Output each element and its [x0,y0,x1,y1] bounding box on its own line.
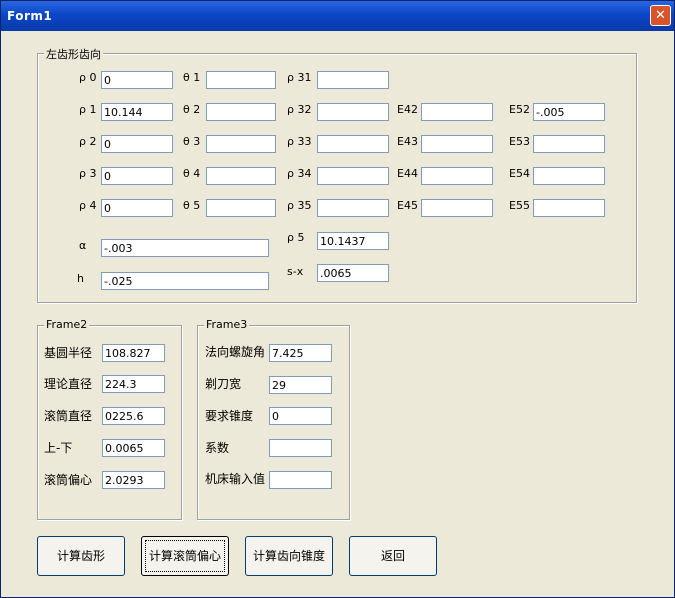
input-theta2[interactable] [206,103,276,121]
input-theta4[interactable] [206,167,276,185]
label-e53: E53 [509,135,530,148]
label-e42: E42 [397,103,418,116]
form1-window: Form1 ✕ 左齿形齿向 ρ 0 0 θ 1 ρ 31 ρ 1 10.144 … [0,0,675,598]
label-base-radius: 基圆半径 [44,346,93,360]
input-normal-helix-angle[interactable]: 7.425 [269,344,332,362]
calc-lead-taper-button[interactable]: 计算齿向锥度 [245,536,333,576]
input-rho2[interactable]: 0 [101,135,173,153]
input-rho32[interactable] [317,103,389,121]
input-e42[interactable] [421,103,493,121]
input-rho34[interactable] [317,167,389,185]
frame-tooth-profile-legend: 左齿形齿向 [44,46,103,62]
input-e45[interactable] [421,199,493,217]
frame3-legend: Frame3 [204,318,250,331]
input-h[interactable]: -.025 [101,272,269,290]
label-rho34: ρ 34 [287,167,312,180]
input-base-radius[interactable]: 108.827 [102,344,165,362]
input-e43[interactable] [421,135,493,153]
label-coefficient: 系数 [205,441,230,455]
input-required-taper[interactable]: 0 [269,407,332,425]
input-e52[interactable]: -.005 [533,103,605,121]
label-required-taper: 要求锥度 [205,409,254,423]
title-bar[interactable]: Form1 ✕ [1,1,674,31]
input-rho3[interactable]: 0 [101,167,173,185]
input-machine-input[interactable] [269,471,332,489]
label-rho5: ρ 5 [287,231,305,244]
window-title: Form1 [7,9,53,23]
label-e55: E55 [509,199,530,212]
input-up-down[interactable]: 0.0065 [102,439,165,457]
label-drum-diameter: 滚筒直径 [44,409,93,423]
input-rho31[interactable] [317,71,389,89]
input-shaver-width[interactable]: 29 [269,376,332,394]
label-rho3: ρ 3 [79,167,97,180]
input-e54[interactable] [533,167,605,185]
input-rho4[interactable]: 0 [101,199,173,217]
label-e44: E44 [397,167,418,180]
label-rho33: ρ 33 [287,135,312,148]
label-theta2: θ 2 [183,103,201,116]
label-shaver-width: 剃刀宽 [205,377,242,391]
label-alpha: α [79,239,87,252]
label-e52: E52 [509,103,530,116]
label-rho35: ρ 35 [287,199,312,212]
input-rho5[interactable]: 10.1437 [317,232,389,250]
label-rho4: ρ 4 [79,199,97,212]
label-drum-eccentric: 滚筒偏心 [44,473,93,487]
label-rho32: ρ 32 [287,103,312,116]
label-theta3: θ 3 [183,135,201,148]
input-alpha[interactable]: -.003 [101,239,269,257]
input-e55[interactable] [533,199,605,217]
input-theory-diameter[interactable]: 224.3 [102,375,165,393]
input-coefficient[interactable] [269,439,332,457]
label-machine-input: 机床输入值 [205,472,266,486]
calc-profile-button[interactable]: 计算齿形 [37,536,125,576]
label-theta1: θ 1 [183,71,201,84]
label-theta5: θ 5 [183,199,201,212]
label-sx: s-x [287,265,304,278]
label-theory-diameter: 理论直径 [44,377,93,391]
frame2-legend: Frame2 [44,318,90,331]
input-e44[interactable] [421,167,493,185]
input-rho33[interactable] [317,135,389,153]
input-rho1[interactable]: 10.144 [101,103,173,121]
input-rho0[interactable]: 0 [101,71,173,89]
label-normal-helix-angle: 法向螺旋角 [205,345,266,359]
input-rho35[interactable] [317,199,389,217]
label-theta4: θ 4 [183,167,201,180]
label-up-down: 上-下 [44,441,73,455]
input-sx[interactable]: .0065 [317,264,389,282]
input-theta5[interactable] [206,199,276,217]
label-rho31: ρ 31 [287,71,312,84]
label-h: h [77,272,84,285]
input-drum-eccentric[interactable]: 2.0293 [102,471,165,489]
label-rho1: ρ 1 [79,103,97,116]
label-e54: E54 [509,167,530,180]
input-e53[interactable] [533,135,605,153]
calc-drum-eccentric-button[interactable]: 计算滚筒偏心 [141,536,229,576]
label-e45: E45 [397,199,418,212]
label-e43: E43 [397,135,418,148]
return-button[interactable]: 返回 [349,536,437,576]
label-rho0: ρ 0 [79,71,97,84]
input-theta1[interactable] [206,71,276,89]
input-drum-diameter[interactable]: 0225.6 [102,407,165,425]
input-theta3[interactable] [206,135,276,153]
label-rho2: ρ 2 [79,135,97,148]
close-button[interactable]: ✕ [650,5,671,26]
